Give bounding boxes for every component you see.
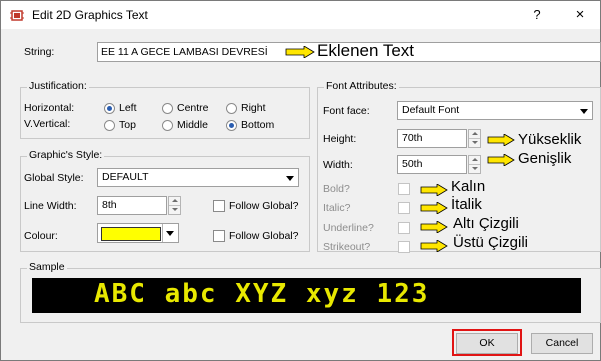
chevron-down-icon <box>286 175 294 181</box>
spin-up-icon[interactable] <box>169 197 180 206</box>
font-face-value: Default Font <box>402 104 460 116</box>
sample-legend: Sample <box>27 261 67 273</box>
yellow-arrow-icon <box>487 154 515 166</box>
vertical-bottom-label: Bottom <box>241 119 275 131</box>
annotation-italic: İtalik <box>451 196 482 213</box>
spin-down-icon[interactable] <box>169 206 180 215</box>
spin-down-icon[interactable] <box>469 165 480 174</box>
strikeout-label: Strikeout? <box>323 241 371 253</box>
bold-checkbox[interactable] <box>398 183 410 195</box>
chevron-down-icon <box>166 231 174 236</box>
title-bar: Edit 2D Graphics Text ? × <box>1 1 600 29</box>
ok-button[interactable]: OK <box>456 333 518 354</box>
annotation-width: Genişlik <box>518 150 572 167</box>
annotation-bold: Kalın <box>451 178 486 195</box>
sample-preview: ABC abc XYZ xyz 123 <box>32 278 581 313</box>
italic-checkbox[interactable] <box>398 202 410 214</box>
app-icon <box>10 10 24 21</box>
help-button[interactable]: ? <box>527 5 547 25</box>
horizontal-label: Horizontal: <box>24 102 75 114</box>
horizontal-centre-radio[interactable] <box>162 103 173 114</box>
spin-up-icon[interactable] <box>469 130 480 139</box>
global-style-label: Global Style: <box>24 172 84 184</box>
spin-down-icon[interactable] <box>469 139 480 148</box>
italic-label: Italic? <box>323 202 351 214</box>
yellow-arrow-icon <box>420 221 448 233</box>
strikeout-checkbox[interactable] <box>398 241 410 253</box>
annotation-strikeout: Üstü Çizgili <box>453 234 529 251</box>
annotation-underline: Altı Çizgili <box>453 215 519 232</box>
global-style-value: DEFAULT <box>102 171 149 183</box>
vertical-top-radio[interactable] <box>104 120 115 131</box>
chevron-down-icon <box>580 108 588 114</box>
line-width-spinner[interactable] <box>168 196 181 215</box>
width-value: 50th <box>402 158 423 170</box>
string-input-value: EE 11 A GECE LAMBASI DEVRESİ <box>101 46 268 58</box>
yellow-arrow-icon <box>420 202 448 214</box>
justification-legend: Justification: <box>27 80 89 92</box>
yellow-arrow-icon <box>420 240 448 252</box>
global-style-select[interactable]: DEFAULT <box>97 168 299 187</box>
follow-global-width-label: Follow Global? <box>229 200 299 212</box>
horizontal-left-radio[interactable] <box>104 103 115 114</box>
follow-global-width-checkbox[interactable] <box>213 200 225 212</box>
vertical-bottom-radio[interactable] <box>226 120 237 131</box>
window-title: Edit 2D Graphics Text <box>32 8 148 22</box>
graphics-style-legend: Graphic's Style: <box>27 149 105 161</box>
horizontal-left-label: Left <box>119 102 137 114</box>
horizontal-centre-label: Centre <box>177 102 209 114</box>
font-face-label: Font face: <box>323 105 370 117</box>
height-input[interactable]: 70th <box>397 129 467 148</box>
annotation-string: Eklenen Text <box>317 41 415 60</box>
horizontal-right-radio[interactable] <box>226 103 237 114</box>
height-label: Height: <box>323 133 357 145</box>
line-width-label: Line Width: <box>24 200 77 212</box>
edit-2d-graphics-text-dialog: Edit 2D Graphics Text ? × String: EE 11 … <box>0 0 601 361</box>
bold-label: Bold? <box>323 183 350 195</box>
string-label: String: <box>24 46 55 58</box>
follow-global-colour-checkbox[interactable] <box>213 230 225 242</box>
yellow-arrow-icon <box>420 184 448 196</box>
annotation-height: Yükseklik <box>518 131 582 148</box>
close-button[interactable]: × <box>569 5 591 25</box>
sample-text: ABC abc XYZ xyz 123 <box>94 279 430 309</box>
line-width-value: 8th <box>102 199 117 211</box>
vertical-label: V.Vertical: <box>24 118 71 130</box>
underline-label: Underline? <box>323 222 374 234</box>
line-width-input[interactable]: 8th <box>97 196 167 215</box>
colour-swatch <box>101 227 161 241</box>
underline-checkbox[interactable] <box>398 222 410 234</box>
width-input[interactable]: 50th <box>397 155 467 174</box>
width-spinner[interactable] <box>468 155 481 174</box>
height-spinner[interactable] <box>468 129 481 148</box>
cancel-button[interactable]: Cancel <box>531 333 593 354</box>
colour-divider <box>162 224 163 242</box>
vertical-top-label: Top <box>119 119 136 131</box>
width-label: Width: <box>323 159 353 171</box>
font-face-select[interactable]: Default Font <box>397 101 593 120</box>
colour-picker[interactable] <box>97 223 179 243</box>
vertical-middle-label: Middle <box>177 119 208 131</box>
colour-label: Colour: <box>24 230 58 242</box>
yellow-arrow-icon <box>285 46 315 58</box>
height-value: 70th <box>402 132 423 144</box>
yellow-arrow-icon <box>487 134 515 146</box>
font-attributes-legend: Font Attributes: <box>324 80 399 92</box>
spin-up-icon[interactable] <box>469 156 480 165</box>
follow-global-colour-label: Follow Global? <box>229 230 299 242</box>
horizontal-right-label: Right <box>241 102 266 114</box>
vertical-middle-radio[interactable] <box>162 120 173 131</box>
